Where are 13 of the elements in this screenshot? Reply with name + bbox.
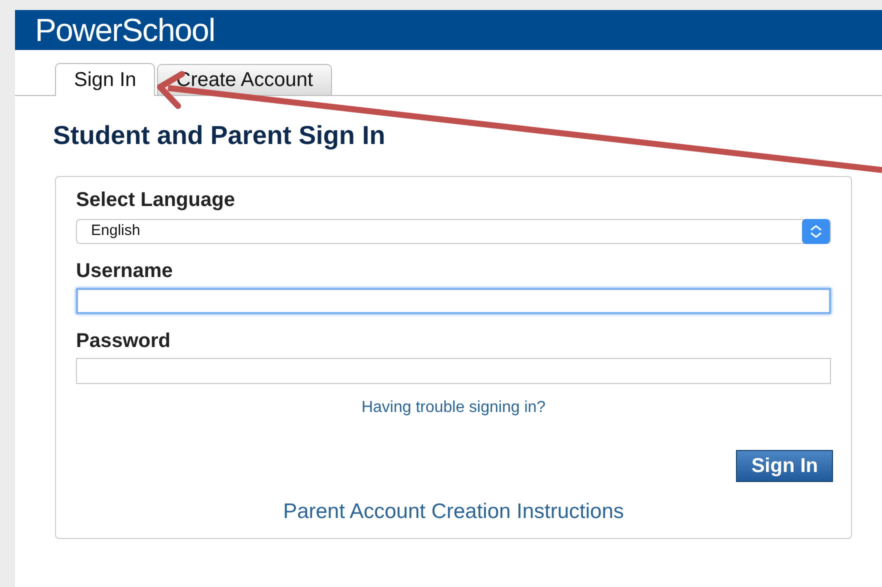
tab[interactable]: Sign In [55, 63, 156, 96]
logo[interactable]: PowerSchool [35, 14, 215, 46]
sign-in-button[interactable]: Sign In [736, 450, 833, 482]
password-label: Password [76, 329, 172, 354]
username-field[interactable] [76, 288, 831, 314]
password-field[interactable] [76, 358, 831, 384]
username-label: Username [76, 259, 174, 284]
page-heading: Student and Parent Sign In [52, 122, 386, 148]
instructions-link[interactable]: Parent Account Creation Instructions [283, 496, 624, 528]
chevron-up-down-icon [802, 219, 830, 244]
language-label: Select Language [76, 188, 236, 213]
trouble-link[interactable]: Having trouble signing in? [361, 396, 546, 420]
language-select[interactable]: English [76, 219, 831, 244]
